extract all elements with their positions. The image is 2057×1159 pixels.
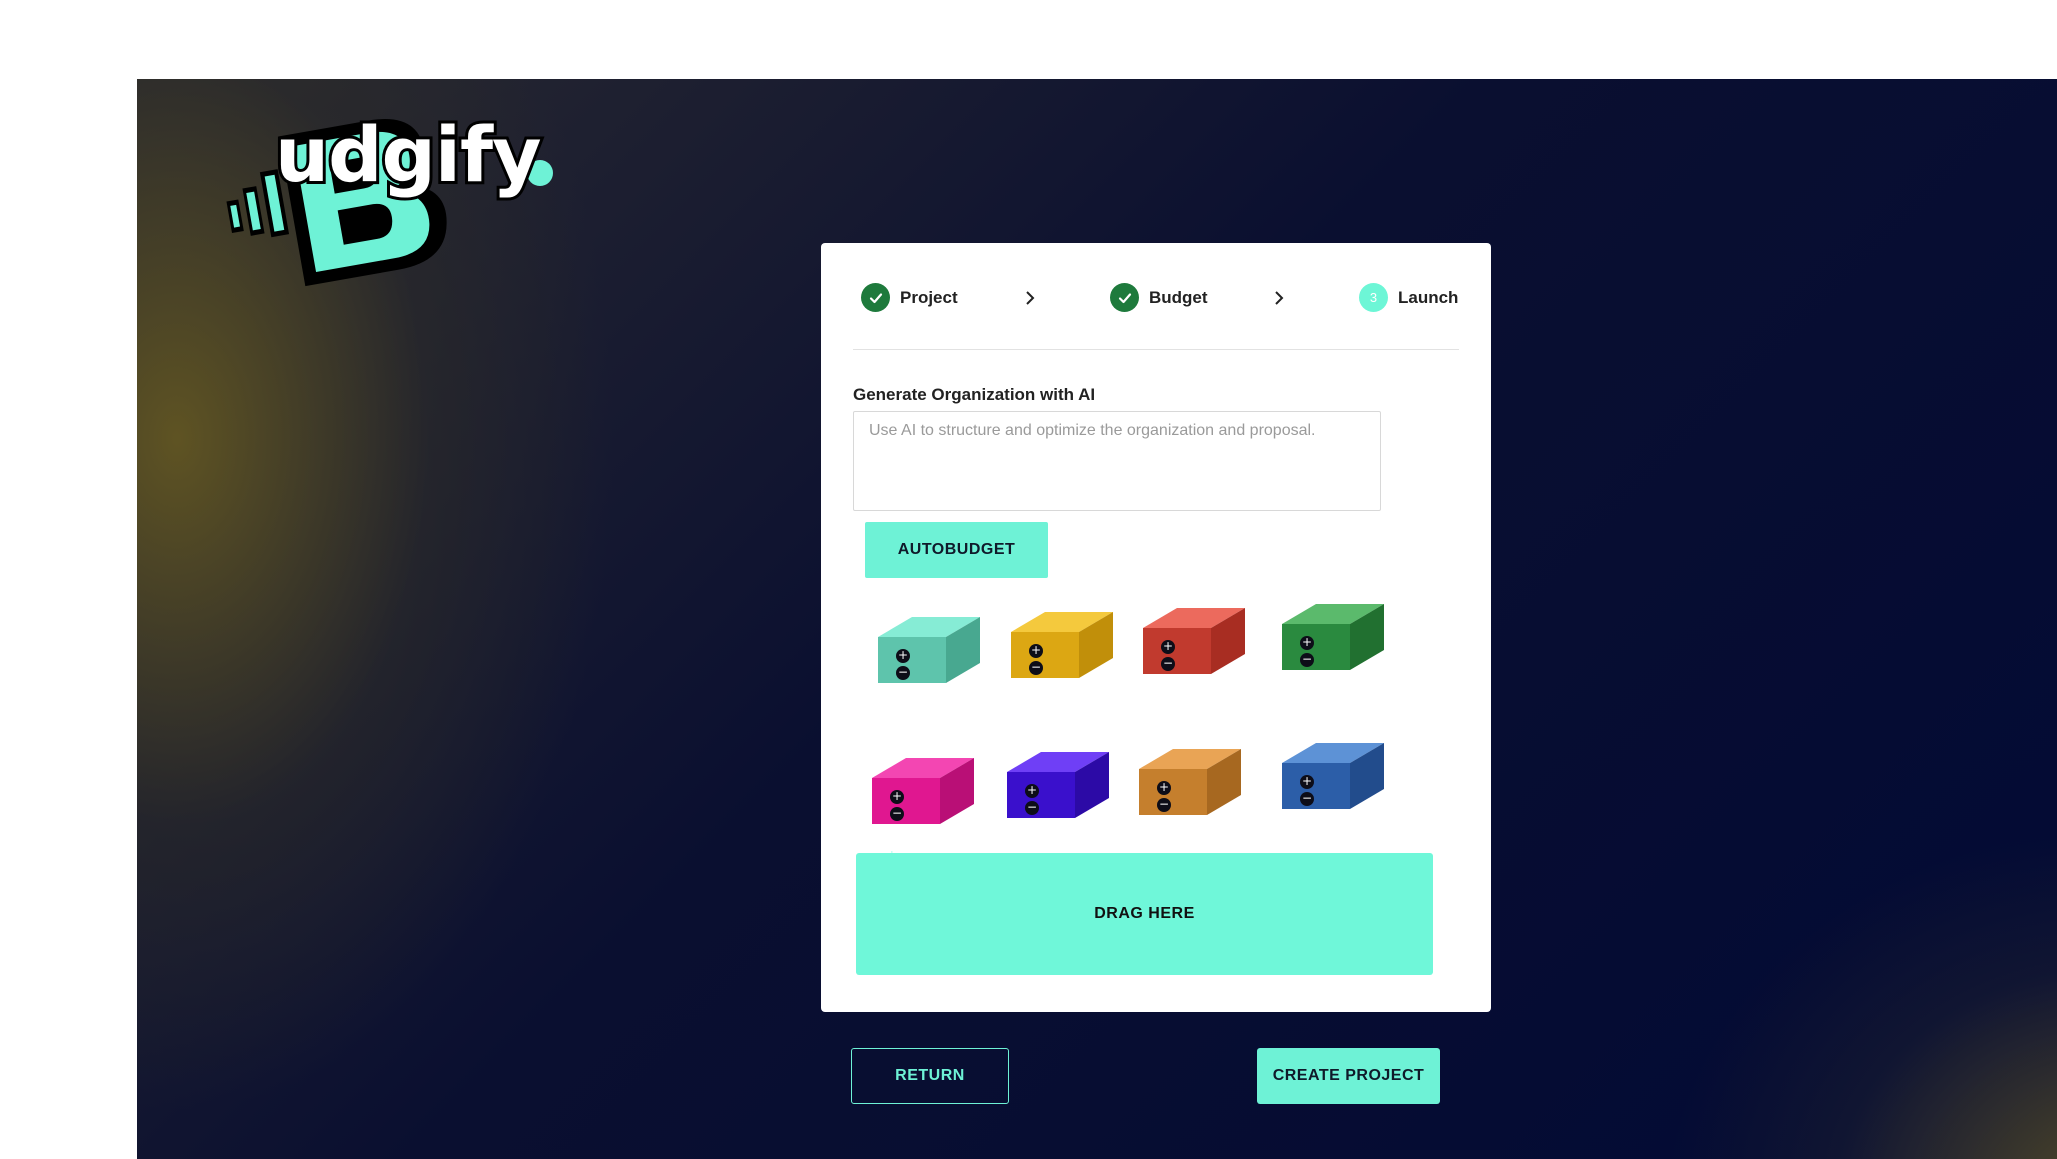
budget-block-magenta[interactable]: + − bbox=[872, 754, 982, 834]
step-budget[interactable]: Budget bbox=[1110, 283, 1208, 312]
step-project[interactable]: Project bbox=[861, 283, 958, 312]
plus-icon[interactable]: + bbox=[1300, 636, 1314, 650]
ai-field-label: Generate Organization with AI bbox=[853, 385, 1096, 404]
chevron-right-icon bbox=[1275, 291, 1284, 305]
step-label: Project bbox=[900, 287, 958, 307]
plus-icon[interactable]: + bbox=[896, 649, 910, 663]
step-number: 3 bbox=[1359, 283, 1388, 312]
budget-block-indigo[interactable]: + − bbox=[1007, 748, 1117, 828]
ai-prompt-input[interactable] bbox=[853, 411, 1381, 511]
budget-block-orange[interactable]: + − bbox=[1139, 745, 1249, 825]
budget-block-teal[interactable]: + − bbox=[878, 613, 988, 693]
budget-block-yellow[interactable]: + − bbox=[1011, 608, 1121, 688]
minus-icon[interactable]: − bbox=[1157, 798, 1171, 812]
plus-icon[interactable]: + bbox=[1157, 781, 1171, 795]
plus-icon[interactable]: + bbox=[890, 790, 904, 804]
budget-block-blue[interactable]: + − bbox=[1282, 739, 1392, 819]
budget-block-red[interactable]: + − bbox=[1143, 604, 1253, 684]
plus-icon[interactable]: + bbox=[1300, 775, 1314, 789]
return-button[interactable]: RETURN bbox=[851, 1048, 1009, 1104]
minus-icon[interactable]: − bbox=[1300, 653, 1314, 667]
create-project-button[interactable]: CREATE PROJECT bbox=[1257, 1048, 1440, 1104]
stepper: Project Budget 3 Launch bbox=[861, 283, 1458, 313]
plus-icon[interactable]: + bbox=[1161, 640, 1175, 654]
chevron-right-icon bbox=[1026, 291, 1035, 305]
create-project-card: Project Budget 3 Launch Generate Organiz… bbox=[821, 243, 1491, 1012]
check-icon bbox=[861, 283, 890, 312]
minus-icon[interactable]: − bbox=[1161, 657, 1175, 671]
divider bbox=[853, 349, 1459, 350]
drop-zone[interactable]: DRAG HERE bbox=[856, 853, 1433, 975]
minus-icon[interactable]: − bbox=[896, 666, 910, 680]
step-label: Budget bbox=[1149, 287, 1208, 307]
budget-block-green[interactable]: + − bbox=[1282, 600, 1392, 680]
autobudget-button[interactable]: AUTOBUDGET bbox=[865, 522, 1048, 578]
minus-icon[interactable]: − bbox=[1300, 792, 1314, 806]
step-label: Launch bbox=[1398, 287, 1459, 307]
minus-icon[interactable]: − bbox=[890, 807, 904, 821]
step-launch[interactable]: 3 Launch bbox=[1359, 283, 1458, 312]
minus-icon[interactable]: − bbox=[1025, 801, 1039, 815]
check-icon bbox=[1110, 283, 1139, 312]
brand-wordmark: udgify bbox=[272, 107, 545, 202]
minus-icon[interactable]: − bbox=[1029, 661, 1043, 675]
plus-icon[interactable]: + bbox=[1025, 784, 1039, 798]
plus-icon[interactable]: + bbox=[1029, 644, 1043, 658]
